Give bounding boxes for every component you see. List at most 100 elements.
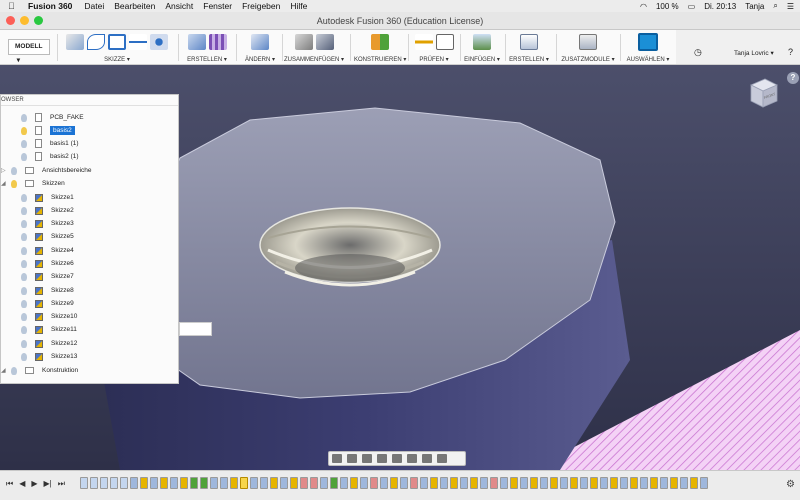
timeline-feature-extrude[interactable] [150, 477, 158, 489]
select-icon[interactable] [638, 32, 658, 51]
timeline-feature-extrude[interactable] [340, 477, 348, 489]
timeline-feature-plane[interactable] [200, 477, 208, 489]
visibility-bulb-icon[interactable] [21, 272, 27, 281]
timeline-feature-sketch[interactable] [290, 477, 298, 489]
visibility-bulb-icon[interactable] [21, 299, 27, 308]
pan-icon[interactable] [362, 454, 372, 463]
group-konstruieren-label[interactable]: KONSTRUIEREN ▾ [354, 56, 406, 63]
browser-item-skizze4[interactable]: Skizze4 [21, 244, 74, 257]
group-aendern-label[interactable]: ÄNDERN ▾ [240, 56, 280, 63]
group-auswaehlen-label[interactable]: AUSWÄHLEN ▾ [622, 56, 674, 63]
visibility-bulb-icon[interactable] [11, 366, 17, 375]
menu-ansicht[interactable]: Ansicht [165, 1, 193, 11]
offset-plane-icon[interactable] [371, 33, 389, 50]
minimize-window-button[interactable] [20, 16, 29, 25]
measure-icon[interactable] [414, 33, 433, 50]
visibility-bulb-icon[interactable] [21, 325, 27, 334]
visibility-bulb-icon[interactable] [21, 126, 27, 135]
timeline-play-button[interactable]: ▶ [31, 479, 37, 489]
timeline-feature-extrude[interactable] [560, 477, 568, 489]
group-skizze-label[interactable]: SKIZZE ▾ [62, 56, 172, 63]
expand-arrow-icon[interactable]: ▷ [1, 167, 9, 174]
visibility-bulb-icon[interactable] [11, 166, 17, 175]
timeline-feature-sketch[interactable] [110, 477, 118, 489]
timeline-feature-sketch[interactable] [470, 477, 478, 489]
timeline-feature-sketch[interactable] [530, 477, 538, 489]
timeline-end-button[interactable]: ⏭ [58, 479, 65, 489]
group-erstellen[interactable]: ERSTELLEN ▾ [182, 32, 232, 63]
group-zusammenfuegen-label[interactable]: ZUSAMMENFÜGEN ▾ [284, 56, 344, 63]
group-auswaehlen[interactable]: AUSWÄHLEN ▾ [622, 32, 674, 63]
timeline-feature-plane[interactable] [190, 477, 198, 489]
browser-item-skizze12[interactable]: Skizze12 [21, 337, 77, 350]
timeline-feature-extrude[interactable] [420, 477, 428, 489]
browser-item-skizze7[interactable]: Skizze7 [21, 270, 74, 283]
timeline-prev-button[interactable]: ◀ [19, 479, 25, 489]
browser-item-skizze6[interactable]: Skizze6 [21, 257, 74, 270]
workspace-switcher[interactable]: MODELL ▾ [8, 39, 50, 64]
browser-item-skizze11[interactable]: Skizze11 [21, 323, 77, 336]
timeline-feature-extrude[interactable] [520, 477, 528, 489]
timeline-feature-sketch[interactable] [180, 477, 188, 489]
visibility-bulb-icon[interactable] [11, 179, 17, 188]
timeline-feature-sketch[interactable] [390, 477, 398, 489]
visibility-bulb-icon[interactable] [21, 206, 27, 215]
fit-icon[interactable] [392, 454, 402, 463]
browser-item-ansichtsbereiche[interactable]: ▷ Ansichtsbereiche [1, 164, 92, 177]
timeline-feature-extrude[interactable] [400, 477, 408, 489]
visibility-bulb-icon[interactable] [21, 113, 27, 122]
press-pull-icon[interactable] [251, 33, 269, 50]
browser-item-skizze8[interactable]: Skizze8 [21, 284, 74, 297]
browser-item-basis2-1[interactable]: basis2 (1) [21, 150, 79, 163]
group-pruefen-label[interactable]: PRÜFEN ▾ [410, 56, 458, 63]
clock-history-icon[interactable]: ◷ [694, 47, 702, 58]
visibility-bulb-icon[interactable] [21, 352, 27, 361]
group-zusatzmodule-label[interactable]: ZUSATZMODULE ▾ [558, 56, 618, 63]
render-icon[interactable] [520, 33, 538, 50]
timeline-settings-gear-icon[interactable]: ⚙ [786, 479, 795, 490]
timeline-feature-extrude[interactable] [640, 477, 648, 489]
timeline-feature-extrude[interactable] [360, 477, 368, 489]
apple-icon[interactable]:  [8, 1, 18, 11]
timeline-feature-extrude[interactable] [260, 477, 268, 489]
timeline-start-button[interactable]: ⏮ [6, 479, 13, 489]
timeline-feature-extrude[interactable] [220, 477, 228, 489]
wifi-icon[interactable]: ◠ [640, 2, 647, 11]
zoom-window-button[interactable] [34, 16, 43, 25]
user-label[interactable]: Tanja [745, 2, 764, 11]
visibility-bulb-icon[interactable] [21, 152, 27, 161]
timeline-feature-extrude[interactable] [320, 477, 328, 489]
timeline-feature-joint[interactable] [370, 477, 378, 489]
line-icon[interactable] [129, 33, 147, 50]
timeline-feature-sketch[interactable] [350, 477, 358, 489]
zoom-icon[interactable] [377, 454, 387, 463]
timeline-feature-extrude[interactable] [210, 477, 218, 489]
group-einfuegen[interactable]: EINFÜGEN ▾ [462, 32, 502, 63]
menu-bearbeiten[interactable]: Bearbeiten [114, 1, 155, 11]
look-at-icon[interactable] [347, 454, 357, 463]
timeline-feature-active[interactable] [240, 477, 248, 489]
timeline-feature-sketch[interactable] [510, 477, 518, 489]
menu-hilfe[interactable]: Hilfe [290, 1, 307, 11]
browser-item-basis1-1[interactable]: basis1 (1) [21, 137, 79, 150]
browser-header[interactable]: OWSER [1, 95, 178, 106]
browser-item-skizze2[interactable]: Skizze2 [21, 204, 74, 217]
visibility-bulb-icon[interactable] [21, 246, 27, 255]
browser-item-skizze5[interactable]: Skizze5 [21, 230, 74, 243]
timeline-feature-plane[interactable] [330, 477, 338, 489]
timeline-feature-joint[interactable] [410, 477, 418, 489]
timeline-feature-extrude[interactable] [440, 477, 448, 489]
timeline-feature-joint[interactable] [490, 477, 498, 489]
visibility-bulb-icon[interactable] [21, 259, 27, 268]
stray-input-box[interactable] [179, 322, 212, 336]
group-erstellen-2[interactable]: ERSTELLEN ▾ [507, 32, 551, 63]
timeline-feature-extrude[interactable] [480, 477, 488, 489]
view-cube[interactable]: FRONT [743, 73, 783, 113]
timeline-feature-sketch[interactable] [550, 477, 558, 489]
new-component-icon[interactable] [294, 33, 313, 50]
user-account-menu[interactable]: Tanja Lovric ▾ [734, 49, 774, 57]
timeline-feature-extrude[interactable] [380, 477, 388, 489]
battery-icon[interactable]: ▭ [688, 2, 696, 11]
group-konstruieren[interactable]: KONSTRUIEREN ▾ [354, 32, 406, 63]
timeline-feature-sketch[interactable] [610, 477, 618, 489]
